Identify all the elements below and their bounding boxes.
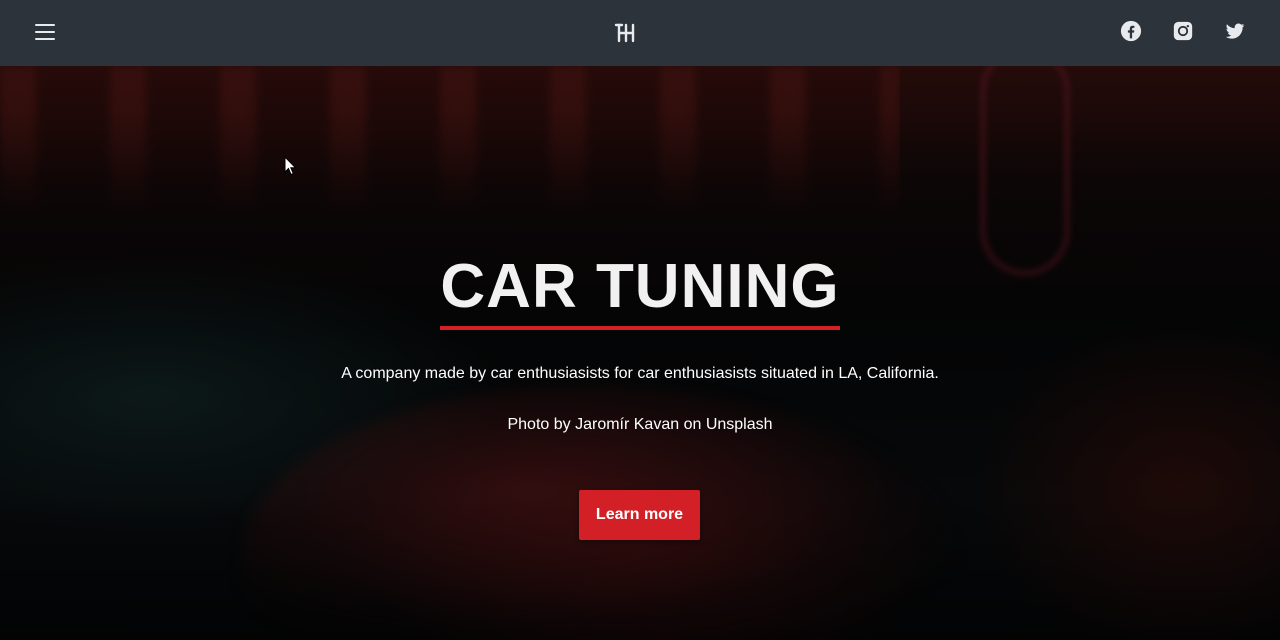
hamburger-menu-icon[interactable] <box>35 24 55 42</box>
top-navbar <box>0 0 1280 66</box>
hero-section: CAR TUNING A company made by car enthusi… <box>0 66 1280 640</box>
hero-tagline: A company made by car enthusiasists for … <box>341 365 939 382</box>
social-links <box>1120 20 1246 42</box>
instagram-icon[interactable] <box>1172 20 1194 42</box>
hero-content: CAR TUNING A company made by car enthusi… <box>0 66 1280 640</box>
learn-more-button[interactable]: Learn more <box>579 490 700 540</box>
hero-title: CAR TUNING <box>440 252 840 330</box>
gear-shift-logo-icon[interactable] <box>614 21 638 45</box>
hero-title-wrapper: CAR TUNING <box>0 252 1280 330</box>
facebook-icon[interactable] <box>1120 20 1142 42</box>
photo-credit: Photo by Jaromír Kavan on Unsplash <box>507 416 773 433</box>
mouse-pointer-icon <box>284 156 297 176</box>
twitter-icon[interactable] <box>1224 20 1246 42</box>
